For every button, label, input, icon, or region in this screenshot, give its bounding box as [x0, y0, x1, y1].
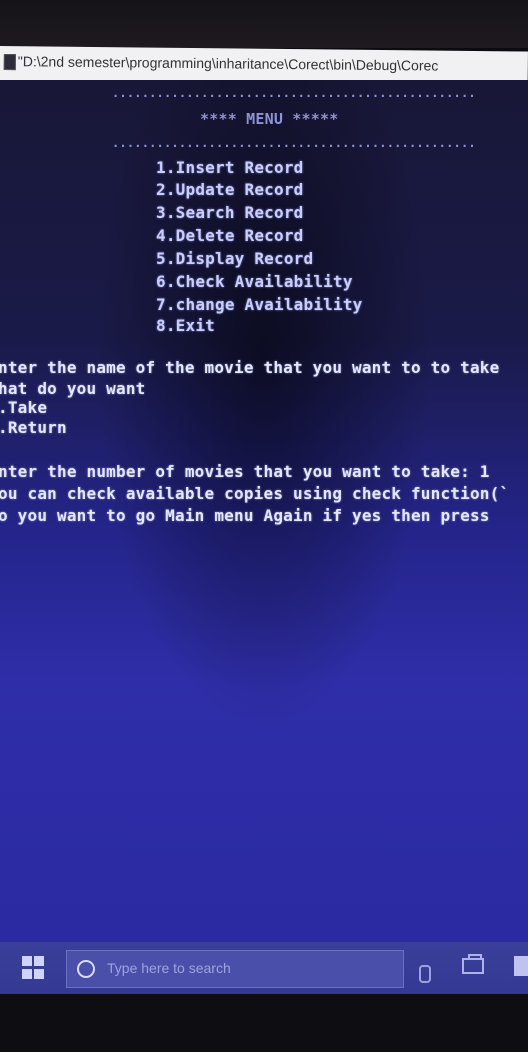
output-line: ou can check available copies using chec…	[0, 484, 510, 503]
output-line: nter the number of movies that you want …	[0, 462, 490, 481]
menu-item: 5.Display Record	[156, 249, 314, 268]
cortana-circle-icon	[77, 960, 95, 978]
menu-dots-top: ........................................…	[112, 86, 476, 100]
menu-dots-bottom: ........................................…	[112, 136, 476, 150]
menu-item: 4.Delete Record	[156, 226, 304, 245]
menu-item: 8.Exit	[156, 316, 215, 335]
menu-item: 6.Check Availability	[156, 272, 353, 291]
search-placeholder: Type here to search	[107, 960, 231, 976]
console-output[interactable]: ........................................…	[0, 80, 528, 942]
menu-item: 3.Search Record	[156, 203, 304, 222]
output-line: hat do you want	[0, 379, 146, 398]
photo-bezel-top	[0, 0, 528, 48]
photo-bezel-bottom	[0, 994, 528, 1052]
output-line: o you want to go Main menu Again if yes …	[0, 506, 490, 525]
task-view-icon[interactable]	[462, 954, 484, 974]
output-line: .Take	[0, 398, 48, 417]
taskbar-app-icon[interactable]	[514, 956, 528, 976]
output-line: .Return	[0, 418, 67, 437]
menu-header: **** MENU *****	[200, 110, 339, 128]
microphone-icon[interactable]	[419, 965, 431, 983]
menu-item: 2.Update Record	[156, 180, 304, 199]
menu-item: 7.change Availability	[156, 295, 363, 314]
menu-item: 1.Insert Record	[156, 158, 304, 177]
taskbar-search-box[interactable]: Type here to search	[66, 950, 431, 988]
console-app-icon	[3, 54, 16, 71]
windows-logo-icon[interactable]	[22, 956, 46, 980]
output-line: nter the name of the movie that you want…	[0, 358, 500, 377]
windows-taskbar: Type here to search	[0, 942, 528, 994]
window-title: "D:\2nd semester\programming\inharitance…	[17, 53, 439, 74]
